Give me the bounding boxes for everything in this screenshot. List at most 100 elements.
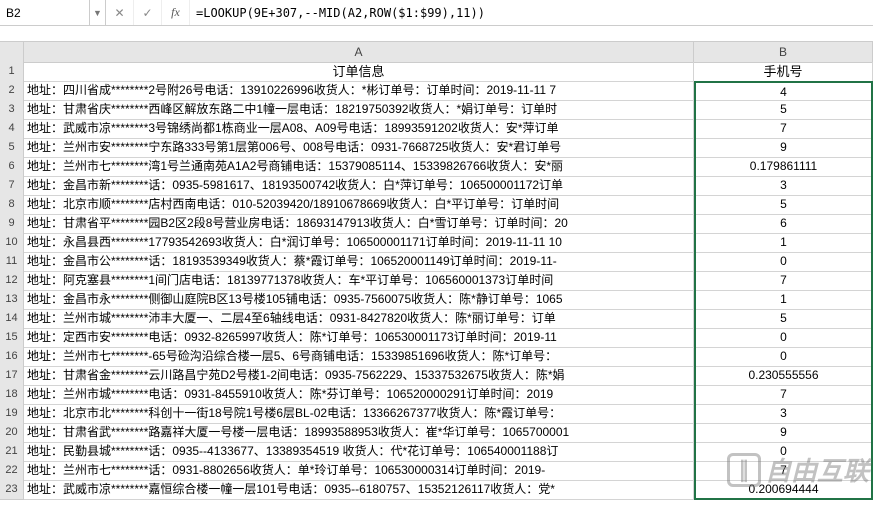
cell-A[interactable]: 地址：兰州市安********宁东路333号第1层第006号、008号电话：09… bbox=[24, 138, 694, 158]
cell-B[interactable]: 9 bbox=[694, 423, 873, 443]
cell-A[interactable]: 地址：定西市安********电话：0932-8265997收货人：陈*订单号：… bbox=[24, 328, 694, 348]
row-header[interactable]: 1 bbox=[0, 62, 24, 82]
cell-A[interactable]: 地址：甘肃省金********云川路昌宁苑D2号楼1-2间电话：0935-756… bbox=[24, 366, 694, 386]
cell-B[interactable]: 3 bbox=[694, 404, 873, 424]
table-row: 14地址：兰州市城********沛丰大厦一、二层4至6轴线电话：0931-84… bbox=[0, 309, 873, 328]
cell-B[interactable]: 5 bbox=[694, 309, 873, 329]
row-header[interactable]: 7 bbox=[0, 176, 24, 196]
cell-A[interactable]: 地址：北京市顺********店村西南电话：010-52039420/18910… bbox=[24, 195, 694, 215]
name-box[interactable]: B2 bbox=[0, 0, 90, 25]
row-header[interactable]: 6 bbox=[0, 157, 24, 177]
table-row: 20地址：甘肃省武********路嘉祥大厦一号楼一层电话：1899358895… bbox=[0, 423, 873, 442]
cell-A[interactable]: 地址：武威市凉********嘉恒综合楼一幢一层101号电话：0935--618… bbox=[24, 480, 694, 500]
cell-B[interactable]: 4 bbox=[694, 81, 873, 101]
cell-A[interactable]: 地址：阿克塞县********1间门店电话：18139771378收货人：车*平… bbox=[24, 271, 694, 291]
row-header[interactable]: 9 bbox=[0, 214, 24, 234]
cell-A[interactable]: 地址：武威市凉********3号锦绣尚都1栋商业一层A08、A09号电话：18… bbox=[24, 119, 694, 139]
cell-B[interactable]: 9 bbox=[694, 138, 873, 158]
row-header[interactable]: 10 bbox=[0, 233, 24, 253]
cell-A[interactable]: 地址：兰州市七********湾1号兰通南苑A1A2号商铺电话：15379085… bbox=[24, 157, 694, 177]
cell-A[interactable]: 地址：北京市北********科创十一街18号院1号楼6层BL-02电话：133… bbox=[24, 404, 694, 424]
grid-rows: 1 订单信息 手机号 2地址：四川省成********2号附26号电话：1391… bbox=[0, 62, 873, 499]
row-header[interactable]: 21 bbox=[0, 442, 24, 462]
cell-A[interactable]: 地址：永昌县西********17793542693收货人：白*润订单号：106… bbox=[24, 233, 694, 253]
cell-A[interactable]: 地址：兰州市城********电话：0931-8455910收货人：陈*芬订单号… bbox=[24, 385, 694, 405]
cell-B1[interactable]: 手机号 bbox=[694, 62, 873, 82]
cell-B[interactable]: 7 bbox=[694, 385, 873, 405]
table-row: 16地址：兰州市七********-65号硷沟沿综合楼一层5、6号商铺电话：15… bbox=[0, 347, 873, 366]
cell-B[interactable]: 5 bbox=[694, 100, 873, 120]
row-header[interactable]: 8 bbox=[0, 195, 24, 215]
cell-B[interactable]: 3 bbox=[694, 176, 873, 196]
table-row: 17地址：甘肃省金********云川路昌宁苑D2号楼1-2间电话：0935-7… bbox=[0, 366, 873, 385]
cell-B[interactable]: 0 bbox=[694, 442, 873, 462]
table-row: 10地址：永昌县西********17793542693收货人：白*润订单号：1… bbox=[0, 233, 873, 252]
cell-A[interactable]: 地址：金昌市公********话：18193539349收货人：蔡*霞订单号：1… bbox=[24, 252, 694, 272]
formula-bar: B2 ▼ ✕ ✓ fx =LOOKUP(9E+307,--MID(A2,ROW(… bbox=[0, 0, 873, 26]
formula-input[interactable]: =LOOKUP(9E+307,--MID(A2,ROW($1:$99),11)) bbox=[190, 0, 873, 25]
name-box-dropdown-icon[interactable]: ▼ bbox=[90, 0, 106, 25]
cell-B[interactable]: 0.200694444 bbox=[694, 480, 873, 500]
cell-A[interactable]: 地址：民勤县城********话：0935--4133677、133893545… bbox=[24, 442, 694, 462]
column-header-B[interactable]: B bbox=[694, 42, 873, 63]
cell-B[interactable]: 1 bbox=[694, 290, 873, 310]
cell-B[interactable]: 0.230555556 bbox=[694, 366, 873, 386]
cell-B[interactable]: 0.179861111 bbox=[694, 157, 873, 177]
cell-B[interactable]: 7 bbox=[694, 119, 873, 139]
cell-A[interactable]: 地址：甘肃省平********园B2区2段8号营业房电话：18693147913… bbox=[24, 214, 694, 234]
column-headers: A B bbox=[0, 42, 873, 62]
row-header[interactable]: 17 bbox=[0, 366, 24, 386]
cell-B[interactable]: 5 bbox=[694, 195, 873, 215]
row-header[interactable]: 13 bbox=[0, 290, 24, 310]
table-row: 4地址：武威市凉********3号锦绣尚都1栋商业一层A08、A09号电话：1… bbox=[0, 119, 873, 138]
table-row: 22地址：兰州市七********话：0931-8802656收货人：单*玲订单… bbox=[0, 461, 873, 480]
row-header[interactable]: 4 bbox=[0, 119, 24, 139]
table-row: 3地址：甘肃省庆********西峰区解放东路二中1幢一层电话：18219750… bbox=[0, 100, 873, 119]
header-row: 1 订单信息 手机号 bbox=[0, 62, 873, 81]
row-header[interactable]: 5 bbox=[0, 138, 24, 158]
table-row: 6地址：兰州市七********湾1号兰通南苑A1A2号商铺电话：1537908… bbox=[0, 157, 873, 176]
cell-A1[interactable]: 订单信息 bbox=[24, 62, 694, 82]
cancel-icon[interactable]: ✕ bbox=[106, 0, 134, 25]
table-row: 8地址：北京市顺********店村西南电话：010-52039420/1891… bbox=[0, 195, 873, 214]
column-header-A[interactable]: A bbox=[24, 42, 694, 63]
row-header[interactable]: 14 bbox=[0, 309, 24, 329]
row-header[interactable]: 23 bbox=[0, 480, 24, 500]
confirm-icon[interactable]: ✓ bbox=[134, 0, 162, 25]
row-header[interactable]: 18 bbox=[0, 385, 24, 405]
cell-B[interactable]: 0 bbox=[694, 347, 873, 367]
row-header[interactable]: 20 bbox=[0, 423, 24, 443]
row-header[interactable]: 22 bbox=[0, 461, 24, 481]
table-row: 5地址：兰州市安********宁东路333号第1层第006号、008号电话：0… bbox=[0, 138, 873, 157]
select-all-corner[interactable] bbox=[0, 42, 24, 63]
row-header[interactable]: 19 bbox=[0, 404, 24, 424]
cell-B[interactable]: 7 bbox=[694, 461, 873, 481]
table-row: 13地址：金昌市永********侧御山庭院B区13号楼105铺电话：0935-… bbox=[0, 290, 873, 309]
cell-A[interactable]: 地址：金昌市新********话：0935-5981617、1819350074… bbox=[24, 176, 694, 196]
cell-A[interactable]: 地址：兰州市城********沛丰大厦一、二层4至6轴线电话：0931-8427… bbox=[24, 309, 694, 329]
insert-function-icon[interactable]: fx bbox=[162, 0, 190, 25]
row-header[interactable]: 2 bbox=[0, 81, 24, 101]
cell-B[interactable]: 0 bbox=[694, 252, 873, 272]
table-row: 12地址：阿克塞县********1间门店电话：18139771378收货人：车… bbox=[0, 271, 873, 290]
cell-A[interactable]: 地址：金昌市永********侧御山庭院B区13号楼105铺电话：0935-75… bbox=[24, 290, 694, 310]
table-row: 19地址：北京市北********科创十一街18号院1号楼6层BL-02电话：1… bbox=[0, 404, 873, 423]
cell-B[interactable]: 1 bbox=[694, 233, 873, 253]
cell-A[interactable]: 地址：甘肃省武********路嘉祥大厦一号楼一层电话：18993588953收… bbox=[24, 423, 694, 443]
row-header[interactable]: 12 bbox=[0, 271, 24, 291]
cell-A[interactable]: 地址：兰州市七********话：0931-8802656收货人：单*玲订单号：… bbox=[24, 461, 694, 481]
row-header[interactable]: 16 bbox=[0, 347, 24, 367]
cell-A[interactable]: 地址：兰州市七********-65号硷沟沿综合楼一层5、6号商铺电话：1533… bbox=[24, 347, 694, 367]
cell-A[interactable]: 地址：四川省成********2号附26号电话：13910226996收货人：*… bbox=[24, 81, 694, 101]
table-row: 7地址：金昌市新********话：0935-5981617、181935007… bbox=[0, 176, 873, 195]
table-row: 9地址：甘肃省平********园B2区2段8号营业房电话：1869314791… bbox=[0, 214, 873, 233]
cell-A[interactable]: 地址：甘肃省庆********西峰区解放东路二中1幢一层电话：182197503… bbox=[24, 100, 694, 120]
row-header[interactable]: 3 bbox=[0, 100, 24, 120]
cell-B[interactable]: 7 bbox=[694, 271, 873, 291]
cell-B[interactable]: 0 bbox=[694, 328, 873, 348]
row-header[interactable]: 15 bbox=[0, 328, 24, 348]
cell-B[interactable]: 6 bbox=[694, 214, 873, 234]
row-header[interactable]: 11 bbox=[0, 252, 24, 272]
table-row: 21地址：民勤县城********话：0935--4133677、1338935… bbox=[0, 442, 873, 461]
table-row: 15地址：定西市安********电话：0932-8265997收货人：陈*订单… bbox=[0, 328, 873, 347]
